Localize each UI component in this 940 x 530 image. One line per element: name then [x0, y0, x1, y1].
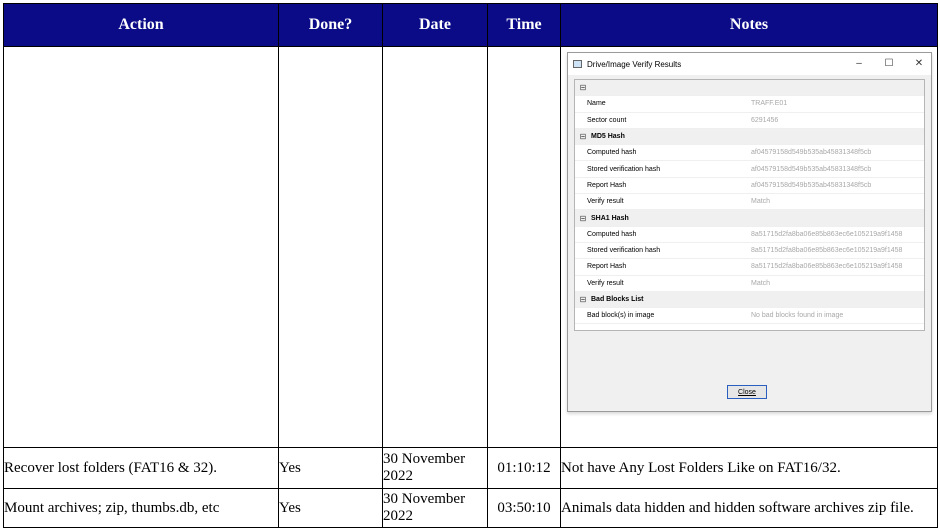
- property-row: Report Hash af04579158d549b535ab45831348…: [575, 178, 924, 195]
- cell-done: Yes: [278, 488, 383, 528]
- property-row: Sector count 6291456: [575, 113, 924, 129]
- header-action: Action: [3, 3, 279, 47]
- category-bad-blocks-list: ⊟ Bad Blocks List: [575, 291, 924, 309]
- property-value: af04579158d549b535ab45831348f5cb: [751, 149, 872, 157]
- property-row: Verify result Match: [575, 276, 924, 292]
- cell-action: Recover lost folders (FAT16 & 32).: [3, 447, 279, 489]
- root-category-row: ⊟: [575, 80, 924, 97]
- property-name: Sector count: [587, 116, 627, 124]
- property-name: Computed hash: [587, 230, 637, 238]
- case-log-table: Action Done? Date Time Notes Drive/Image…: [3, 3, 938, 528]
- property-name: Verify result: [587, 279, 624, 287]
- property-value: 8a51715d2fa8ba06e85b863ec6e105219a9f1458: [751, 263, 903, 271]
- cell-done: [278, 46, 383, 448]
- cell-date: 30 November 2022: [382, 488, 488, 528]
- header-date: Date: [382, 3, 488, 47]
- maximize-icon[interactable]: ☐: [881, 57, 897, 71]
- property-name: Stored verification hash: [587, 165, 661, 173]
- property-value: af04579158d549b535ab45831348f5cb: [751, 165, 872, 173]
- cell-date: [382, 46, 488, 448]
- property-row: Bad block(s) in image No bad blocks foun…: [575, 308, 924, 325]
- table-row: Drive/Image Verify Results – ☐ ✕ ⊟ Name …: [3, 46, 938, 448]
- property-value: 8a51715d2fa8ba06e85b863ec6e105219a9f1458: [751, 247, 903, 255]
- cell-action: [3, 46, 279, 448]
- header-row: Action Done? Date Time Notes: [3, 3, 938, 47]
- cell-done: Yes: [278, 447, 383, 489]
- property-name: Bad block(s) in image: [587, 312, 655, 320]
- cell-time: 03:50:10: [487, 488, 561, 528]
- cell-notes: Not have Any Lost Folders Like on FAT16/…: [560, 447, 938, 489]
- category-sha1-hash: ⊟ SHA1 Hash: [575, 210, 924, 227]
- property-name: Verify result: [587, 198, 624, 206]
- property-value: Match: [751, 279, 771, 287]
- property-name: Name: [587, 100, 606, 108]
- property-value: No bad blocks found in image: [751, 312, 844, 320]
- property-row: Report Hash 8a51715d2fa8ba06e85b863ec6e1…: [575, 259, 924, 276]
- property-value: 6291456: [751, 116, 779, 124]
- dialog-title: Drive/Image Verify Results: [587, 59, 682, 69]
- property-name: Computed hash: [587, 149, 637, 157]
- header-notes: Notes: [560, 3, 938, 47]
- cell-date: 30 November 2022: [382, 447, 488, 489]
- window-app-icon: [573, 60, 582, 68]
- property-value: Match: [751, 198, 771, 206]
- table-row: Mount archives; zip, thumbs.db, etc Yes …: [3, 488, 938, 528]
- collapse-icon[interactable]: ⊟: [579, 132, 587, 141]
- property-name: Report Hash: [587, 263, 627, 271]
- property-value: 8a51715d2fa8ba06e85b863ec6e105219a9f1458: [751, 230, 903, 238]
- property-name: Stored verification hash: [587, 247, 661, 255]
- cell-time: 01:10:12: [487, 447, 561, 489]
- category-title: SHA1 Hash: [591, 214, 629, 222]
- property-value: TRAFF.E01: [751, 100, 788, 108]
- property-row: Verify result Match: [575, 194, 924, 211]
- collapse-icon[interactable]: ⊟: [579, 214, 587, 223]
- property-row: Computed hash 8a51715d2fa8ba06e85b863ec6…: [575, 227, 924, 243]
- cell-time: [487, 46, 561, 448]
- category-md5-hash: ⊟ MD5 Hash: [575, 128, 924, 146]
- category-title: MD5 Hash: [591, 133, 625, 141]
- minimize-icon[interactable]: –: [851, 57, 867, 71]
- close-icon[interactable]: ✕: [911, 57, 927, 71]
- collapse-icon[interactable]: ⊟: [579, 83, 587, 92]
- dialog-title-bar: Drive/Image Verify Results – ☐ ✕: [568, 53, 931, 75]
- header-done: Done?: [278, 3, 383, 47]
- property-name: Report Hash: [587, 181, 627, 189]
- table-row: Recover lost folders (FAT16 & 32). Yes 3…: [3, 447, 938, 489]
- verify-results-dialog: Drive/Image Verify Results – ☐ ✕ ⊟ Name …: [567, 52, 932, 412]
- cell-notes: Animals data hidden and hidden software …: [560, 488, 938, 528]
- cell-action: Mount archives; zip, thumbs.db, etc: [3, 488, 279, 528]
- category-title: Bad Blocks List: [591, 296, 644, 304]
- close-button[interactable]: Close: [727, 385, 767, 399]
- header-time: Time: [487, 3, 561, 47]
- property-row: Name TRAFF.E01: [575, 96, 924, 113]
- property-grid: ⊟ Name TRAFF.E01 Sector count 6291456 ⊟: [574, 79, 925, 331]
- property-row: Computed hash af04579158d549b535ab458313…: [575, 145, 924, 162]
- property-row: Stored verification hash 8a51715d2fa8ba0…: [575, 243, 924, 260]
- cell-notes-screenshot: Drive/Image Verify Results – ☐ ✕ ⊟ Name …: [560, 46, 938, 448]
- property-value: af04579158d549b535ab45831348f5cb: [751, 181, 872, 189]
- property-row: Stored verification hash af04579158d549b…: [575, 161, 924, 178]
- collapse-icon[interactable]: ⊟: [579, 295, 587, 304]
